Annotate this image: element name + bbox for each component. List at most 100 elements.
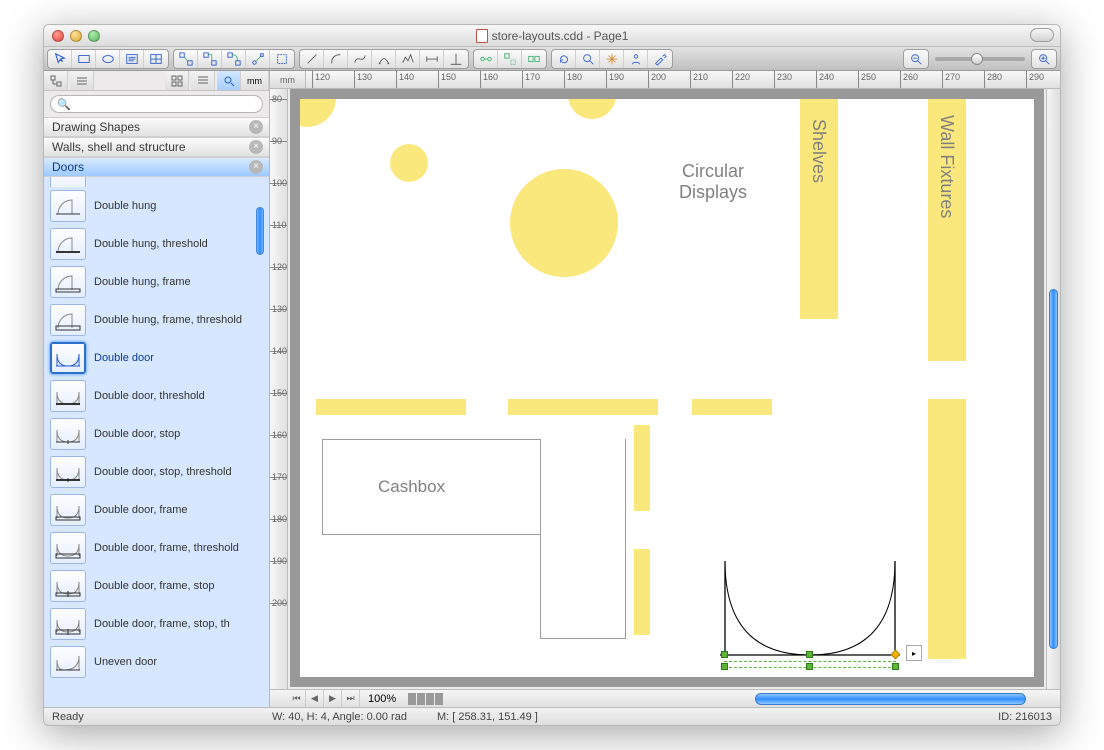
selection-handle[interactable] (806, 651, 813, 658)
arc-tool[interactable] (324, 50, 348, 68)
shape-item[interactable]: Double hung, frame (44, 263, 269, 301)
page-first-button[interactable]: ⏮ (288, 690, 306, 708)
zoom-slider-group (903, 49, 1057, 69)
zoom-in-button[interactable] (1032, 50, 1056, 68)
vertical-ruler[interactable]: 8090100110120130140150160170180190200 (270, 89, 288, 689)
search-view-button[interactable] (217, 71, 241, 90)
strip-shape[interactable] (692, 399, 772, 415)
selection-handle[interactable] (892, 663, 899, 670)
selection-handle[interactable] (806, 663, 813, 670)
smart-tag-button[interactable]: ▸ (906, 645, 922, 661)
table-tool[interactable] (144, 50, 168, 68)
search-input[interactable] (75, 98, 256, 110)
list-view-button[interactable] (70, 71, 94, 90)
close-icon[interactable]: × (249, 120, 263, 134)
page-next-button[interactable]: ▶ (324, 690, 342, 708)
shape-thumb-icon (50, 570, 86, 602)
smart-connector-tool[interactable] (198, 50, 222, 68)
dimension-tool[interactable] (420, 50, 444, 68)
toolbar-toggle-button[interactable] (1030, 28, 1054, 42)
bezier-tool[interactable] (372, 50, 396, 68)
perpendicular-tool[interactable] (444, 50, 468, 68)
direct-connector-tool[interactable] (174, 50, 198, 68)
circle-shape[interactable] (568, 99, 616, 119)
page-prev-button[interactable]: ◀ (306, 690, 324, 708)
refresh-tool[interactable] (552, 50, 576, 68)
circle-shape[interactable] (390, 144, 428, 182)
shape-item[interactable]: Double door, frame, threshold (44, 529, 269, 567)
horizontal-scrollbar[interactable] (449, 693, 1038, 705)
app-window: store-layouts.cdd - Page1 (43, 24, 1061, 726)
detail-view-button[interactable] (191, 71, 215, 90)
shape-item[interactable]: Double door, stop, threshold (44, 453, 269, 491)
selection-handle[interactable] (721, 651, 728, 658)
category-walls[interactable]: Walls, shell and structure× (44, 137, 269, 157)
shape-label: Double door, frame, stop (94, 580, 214, 592)
shape-item[interactable]: Double door, stop (44, 415, 269, 453)
shape-thumb-icon (50, 456, 86, 488)
rectangle-tool[interactable] (72, 50, 96, 68)
shape-item[interactable]: Double hung, frame, threshold (44, 301, 269, 339)
cashbox-shape[interactable] (540, 439, 626, 639)
category-doors[interactable]: Doors× (44, 157, 269, 177)
zoom-slider[interactable] (935, 57, 1025, 61)
page: Circular Displays Shelves Wall Fixtures (290, 89, 1044, 687)
zoom-tool[interactable] (576, 50, 600, 68)
sidebar-scrollbar[interactable] (253, 207, 267, 357)
polyline-tool[interactable] (396, 50, 420, 68)
anchor-tool[interactable] (246, 50, 270, 68)
ellipse-tool[interactable] (96, 50, 120, 68)
shape-item[interactable]: Double hung (44, 187, 269, 225)
page-last-button[interactable]: ⏭ (342, 690, 360, 708)
strip-shape[interactable] (634, 549, 650, 635)
shape-item[interactable] (44, 177, 269, 187)
selection-handle[interactable] (721, 663, 728, 670)
pointer-tool[interactable] (48, 50, 72, 68)
shape-thumb-icon (50, 418, 86, 450)
library-sidebar: mm 🔍 Drawing Shapes× Walls, shell and st… (44, 71, 270, 707)
circle-shape[interactable] (300, 99, 336, 127)
shape-item[interactable]: Double door, frame, stop (44, 567, 269, 605)
search-icon: 🔍 (57, 98, 71, 111)
shape-item[interactable]: Double door, frame, stop, th (44, 605, 269, 643)
slider-thumb[interactable] (971, 53, 983, 65)
shape-item[interactable]: Double hung, threshold (44, 225, 269, 263)
tree-view-button[interactable] (44, 71, 68, 90)
shape-item[interactable]: Uneven door (44, 643, 269, 681)
line-tool[interactable] (300, 50, 324, 68)
circle-shape[interactable] (510, 169, 618, 277)
pan-tool[interactable] (600, 50, 624, 68)
canvas[interactable]: Circular Displays Shelves Wall Fixtures (288, 89, 1060, 689)
library-search-field[interactable]: 🔍 (50, 95, 263, 113)
shape-item[interactable]: Double door, frame (44, 491, 269, 529)
select-type-tool[interactable] (498, 50, 522, 68)
grid-view-button[interactable] (165, 71, 189, 90)
multi-select-tool[interactable] (522, 50, 546, 68)
strip-shape[interactable] (634, 425, 650, 511)
strip-shape[interactable] (316, 399, 466, 415)
select-connected-tool[interactable] (474, 50, 498, 68)
person-tool[interactable] (624, 50, 648, 68)
zoom-readout[interactable]: 100% (360, 693, 404, 705)
zoom-out-button[interactable] (904, 50, 928, 68)
note-tool[interactable] (120, 50, 144, 68)
crop-tool[interactable] (270, 50, 294, 68)
close-icon[interactable]: × (249, 160, 263, 174)
spline-tool[interactable] (348, 50, 372, 68)
arc-connector-tool[interactable] (222, 50, 246, 68)
status-id: ID: 216013 (998, 711, 1052, 723)
horizontal-ruler[interactable]: 1201301401501601701801902002102202302402… (306, 71, 1060, 89)
close-icon[interactable]: × (249, 140, 263, 154)
circular-displays-label: Circular Displays (658, 161, 768, 203)
strip-shape[interactable] (508, 399, 658, 415)
double-door-instance[interactable]: ▸ (720, 559, 900, 669)
eyedropper-tool[interactable] (648, 50, 672, 68)
vertical-scrollbar[interactable] (1046, 89, 1060, 689)
shape-item-double-door[interactable]: Double door (44, 339, 269, 377)
shape-item[interactable]: Double door, threshold (44, 377, 269, 415)
category-drawing-shapes[interactable]: Drawing Shapes× (44, 117, 269, 137)
view-tools-segment (551, 49, 673, 69)
page-thumbs[interactable] (408, 693, 443, 705)
wall-fixtures-shape[interactable] (928, 399, 966, 659)
shape-label: Double hung, frame, threshold (94, 314, 242, 326)
